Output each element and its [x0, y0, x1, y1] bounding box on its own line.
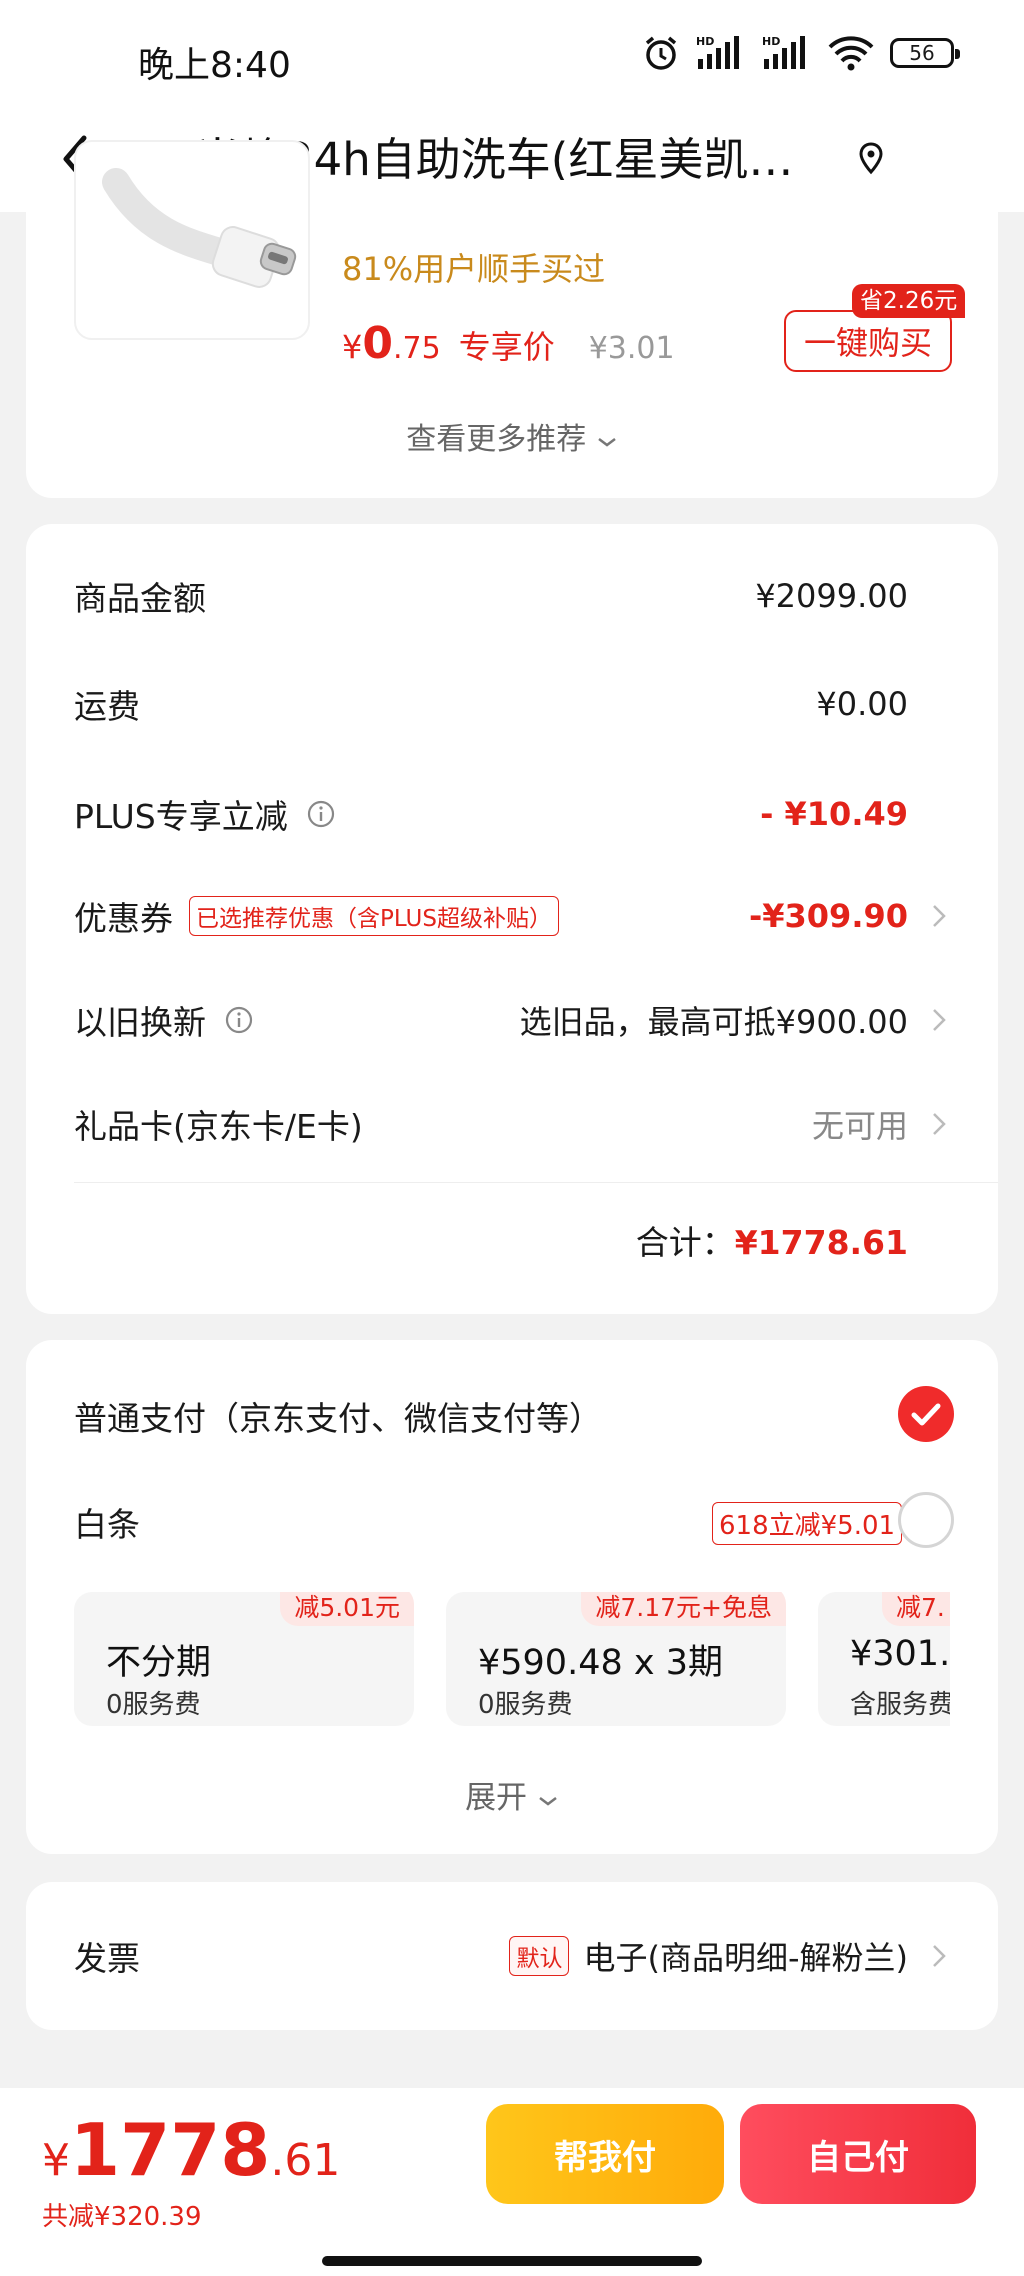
one-click-buy-button[interactable]: 一键购买	[784, 310, 952, 372]
expand-label: 展开	[465, 1780, 528, 1816]
installment-plan[interactable]: 减7.17元+免息 ¥590.48 x 3期 0服务费	[446, 1592, 786, 1726]
total-value: ¥1778.61	[734, 1223, 908, 1262]
baitiao-radio[interactable]	[898, 1492, 954, 1548]
save-badge: 省2.26元	[852, 284, 966, 318]
signal-icon-2: HD	[762, 35, 805, 69]
installment-plans: 减5.01元 不分期 0服务费 减7.17元+免息 ¥590.48 x 3期 0…	[74, 1592, 950, 1728]
bottom-bar: ¥ 1778 .61 共减¥320.39 帮我付 自己付	[0, 2088, 1024, 2276]
chevron-down-icon	[598, 438, 616, 447]
chevron-down-icon	[539, 1797, 557, 1806]
invoice-label: 发票	[74, 1939, 140, 1978]
plan-main: ¥301.6	[850, 1634, 950, 1674]
coupon-value: -¥309.90	[748, 897, 908, 935]
trade-in-label: 以旧换新	[74, 1003, 206, 1042]
info-icon[interactable]	[306, 799, 336, 829]
product-image[interactable]	[74, 140, 310, 340]
home-indicator[interactable]	[322, 2256, 702, 2266]
total-label: 合计：	[635, 1223, 735, 1262]
plan-main: ¥590.48 x 3期	[478, 1643, 723, 1683]
price-integer: 0	[362, 318, 393, 369]
invoice-value: 电子(商品明细-解粉兰)	[583, 1939, 908, 1977]
alarm-icon	[645, 36, 677, 70]
checkmark-icon	[911, 1403, 941, 1426]
more-recommend-label: 查看更多推荐	[406, 422, 587, 457]
coupon-label: 优惠券	[74, 899, 173, 938]
help-me-pay-button[interactable]: 帮我付	[486, 2104, 724, 2204]
bottom-price-currency: ¥	[42, 2135, 70, 2186]
chevron-right-icon	[933, 1945, 946, 1967]
invoice-default-tag: 默认	[509, 1936, 570, 1976]
info-icon[interactable]	[224, 1005, 254, 1035]
signal-icon: HD	[696, 35, 739, 69]
chevron-right-icon	[933, 905, 946, 927]
plan-badge: 减5.01元	[280, 1592, 414, 1626]
usb-cable-image	[102, 168, 297, 288]
trade-in-row[interactable]: 以旧换新 选旧品，最高可抵¥900.00	[74, 990, 950, 1050]
invoice-row[interactable]: 发票 默认 电子(商品明细-解粉兰)	[74, 1926, 950, 1986]
recommend-card: 81%用户顺手买过 ¥ 0 .75 专享价 ¥3.01 一键购买 省2.26元 …	[26, 140, 998, 498]
invoice-value-wrap: 默认 电子(商品明细-解粉兰)	[509, 1933, 908, 1979]
installment-plan[interactable]: 减7. ¥301.6 含服务费	[818, 1592, 950, 1726]
location-pin-icon[interactable]	[856, 138, 886, 182]
normal-pay-label[interactable]: 普通支付（京东支付、微信支付等）	[74, 1392, 602, 1440]
order-summary-card: 商品金额 ¥2099.00 运费 ¥0.00 PLUS专享立减 - ¥10.49…	[26, 524, 998, 1314]
installment-plan[interactable]: 减5.01元 不分期 0服务费	[74, 1592, 414, 1726]
payment-card: 普通支付（京东支付、微信支付等） 白条 618立减¥5.01 减5.01元 不分…	[26, 1340, 998, 1854]
total-saved-text: 共减¥320.39	[42, 2202, 202, 2232]
gift-card-value: 无可用	[811, 1107, 908, 1145]
price-currency: ¥	[342, 328, 363, 366]
coupon-tag: 已选推荐优惠（含PLUS超级补贴）	[189, 896, 559, 936]
bottom-total-price: ¥ 1778 .61	[42, 2108, 340, 2192]
expand-link[interactable]: 展开	[26, 1772, 998, 1817]
chevron-right-icon	[933, 1113, 946, 1135]
more-recommend-link[interactable]: 查看更多推荐	[26, 414, 998, 458]
chevron-right-icon	[933, 1009, 946, 1031]
goods-amount-row: 商品金额 ¥2099.00	[74, 566, 950, 626]
status-bar: 晚上8:40 HD HD 56	[0, 0, 1024, 110]
plus-discount-label-wrap: PLUS专享立减	[74, 790, 336, 838]
plus-discount-row: PLUS专享立减 - ¥10.49	[74, 784, 950, 844]
invoice-card[interactable]: 发票 默认 电子(商品明细-解粉兰)	[26, 1882, 998, 2030]
shipping-row: 运费 ¥0.00	[74, 674, 950, 734]
battery-icon: 56	[890, 38, 960, 68]
coupon-label-wrap: 优惠券 已选推荐优惠（含PLUS超级补贴）	[74, 892, 559, 940]
total-line: 合计： ¥1778.61	[636, 1216, 908, 1264]
baitiao-promo-tag: 618立减¥5.01	[712, 1502, 903, 1545]
exclusive-price-label: 专享价	[458, 328, 555, 366]
goods-amount-label: 商品金额	[74, 579, 206, 618]
shipping-label: 运费	[74, 687, 140, 726]
status-icons: HD HD 56	[642, 34, 960, 72]
wifi-icon	[828, 36, 874, 71]
plan-badge: 减7.	[882, 1592, 950, 1626]
svg-text:HD: HD	[696, 35, 714, 48]
divider	[74, 1182, 998, 1183]
trade-in-label-wrap: 以旧换新	[74, 996, 254, 1044]
normal-pay-radio[interactable]	[898, 1386, 954, 1442]
plus-discount-label: PLUS专享立减	[74, 797, 288, 836]
pay-myself-button[interactable]: 自己付	[740, 2104, 976, 2204]
shipping-value: ¥0.00	[816, 685, 908, 723]
trade-in-value: 选旧品，最高可抵¥900.00	[519, 1003, 908, 1041]
bottom-price-decimal: .61	[270, 2135, 341, 2186]
status-time: 晚上8:40	[138, 45, 291, 86]
plan-badge: 减7.17元+免息	[581, 1592, 786, 1626]
buy-rate-text: 81%用户顺手买过	[342, 250, 606, 288]
baitiao-label[interactable]: 白条	[74, 1498, 140, 1546]
gift-card-label: 礼品卡(京东卡/E卡)	[74, 1107, 363, 1146]
coupon-row[interactable]: 优惠券 已选推荐优惠（含PLUS超级补贴） -¥309.90	[74, 886, 950, 946]
goods-amount-value: ¥2099.00	[755, 577, 908, 615]
svg-text:HD: HD	[762, 35, 780, 48]
plan-sub: 含服务费	[850, 1690, 950, 1720]
bottom-price-integer: 1778	[70, 2108, 271, 2192]
original-price: ¥3.01	[588, 331, 675, 366]
price-decimal: .75	[392, 331, 441, 366]
plus-discount-value: - ¥10.49	[760, 795, 908, 833]
recommend-price: ¥ 0 .75 专享价 ¥3.01	[342, 318, 675, 369]
gift-card-row[interactable]: 礼品卡(京东卡/E卡) 无可用	[74, 1094, 950, 1154]
plan-main: 不分期	[106, 1643, 212, 1683]
plan-sub: 0服务费	[106, 1690, 201, 1720]
plan-sub: 0服务费	[478, 1690, 573, 1720]
